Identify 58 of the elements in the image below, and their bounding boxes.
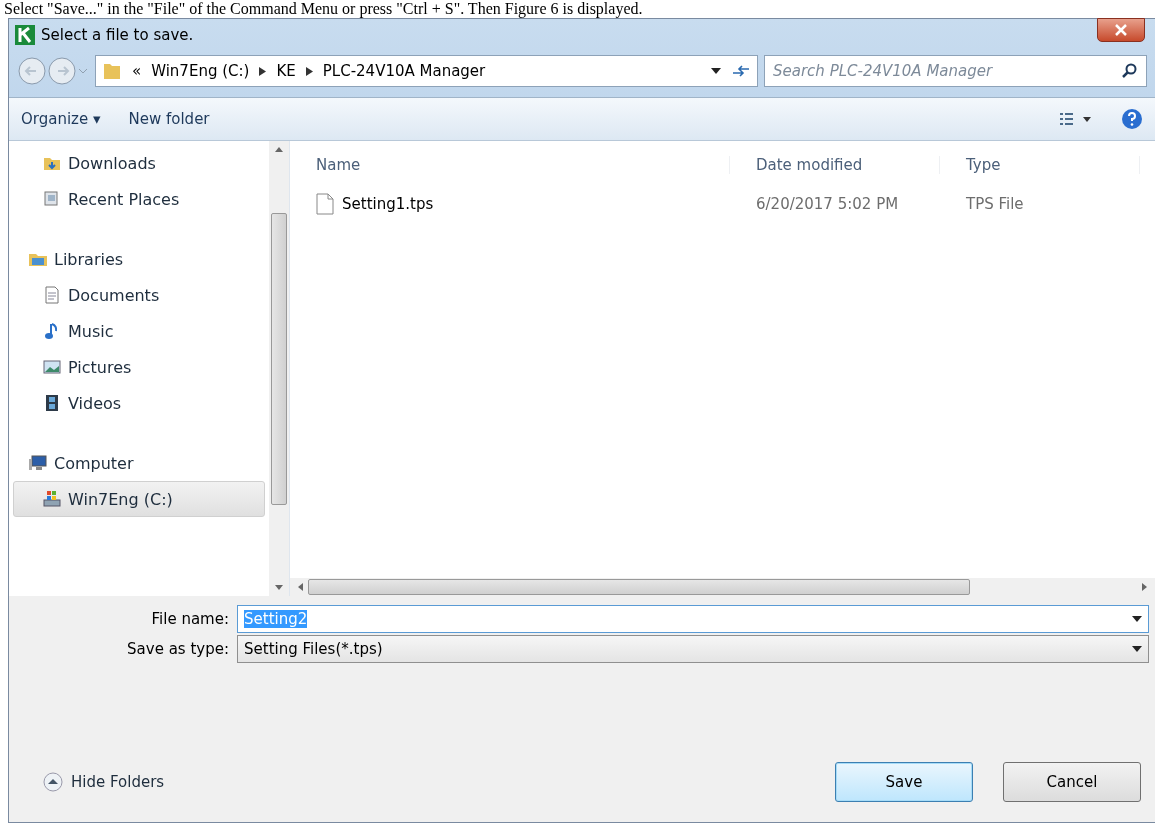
nav-item[interactable]: Music <box>13 313 265 349</box>
collapse-icon <box>43 772 63 792</box>
vertical-scrollbar[interactable] <box>269 141 289 596</box>
dropdown-icon[interactable] <box>711 68 721 74</box>
caption-text: Select "Save..." in the "File" of the Command Menu or press "Ctrl + S". Then Figure 6 is displayed. <box>3 0 643 18</box>
window-title: Select a file to save. <box>41 26 194 44</box>
nav-item[interactable]: Videos <box>13 385 265 421</box>
help-icon[interactable] <box>1121 108 1143 130</box>
organize-menu[interactable]: Organize ▾ <box>21 110 101 128</box>
dropdown-icon <box>1132 616 1142 622</box>
dialog-button[interactable]: Save <box>835 762 973 802</box>
scroll-left-icon[interactable] <box>296 582 304 592</box>
document-icon <box>42 285 62 305</box>
nav-item[interactable]: Win7Eng (C:) <box>13 481 265 517</box>
app-logo-icon <box>15 25 35 45</box>
field-label: File name: <box>150 610 230 628</box>
horizontal-scrollbar[interactable] <box>290 578 1155 596</box>
nav-item[interactable]: Computer <box>13 445 265 481</box>
breadcrumb[interactable]: Win7Eng (C:) <box>151 62 250 80</box>
chevron-right-icon <box>305 66 313 76</box>
nav-item[interactable]: Documents <box>13 277 265 313</box>
scroll-up-icon[interactable] <box>274 145 284 153</box>
file-name: Setting1.tps <box>342 195 434 213</box>
search-placeholder: Search PLC-24V10A Manager <box>773 62 994 80</box>
file-date: 6/20/2017 5:02 PM <box>756 195 899 213</box>
view-options-icon[interactable] <box>1059 111 1093 127</box>
drive-icon <box>42 489 62 509</box>
nav-item[interactable]: Downloads <box>13 145 265 181</box>
refresh-icon[interactable] <box>731 63 751 79</box>
file-row[interactable]: Setting1.tps 6/20/2017 5:02 PM TPS File <box>290 185 1155 223</box>
nav-item[interactable]: Recent Places <box>13 181 265 217</box>
scroll-down-icon[interactable] <box>274 584 284 592</box>
column-header[interactable]: Name <box>290 156 730 174</box>
file-icon <box>316 193 334 215</box>
breadcrumb[interactable]: KE <box>276 62 296 80</box>
file-type: TPS File <box>966 195 1024 213</box>
folder-icon <box>102 61 122 81</box>
breadcrumb[interactable]: « <box>132 62 142 80</box>
breadcrumb[interactable]: PLC-24V10A Manager <box>322 62 486 80</box>
nav-item[interactable]: Libraries <box>13 241 265 277</box>
scroll-right-icon[interactable] <box>1141 582 1149 592</box>
dropdown-icon <box>1132 646 1142 652</box>
field-label: Save as type: <box>126 640 230 658</box>
column-header[interactable]: Type <box>940 156 1140 174</box>
close-button[interactable] <box>1097 18 1145 42</box>
picture-icon <box>42 357 62 377</box>
dialog-button[interactable]: Cancel <box>1003 762 1141 802</box>
hide-folders-button[interactable]: Hide Folders <box>43 772 165 792</box>
computer-icon <box>28 453 48 473</box>
search-icon <box>1122 63 1138 79</box>
column-header[interactable]: Date modified <box>730 156 940 174</box>
close-icon <box>1115 24 1127 36</box>
new-folder-button[interactable]: New folder <box>128 110 210 128</box>
file-type-dropdown[interactable]: Setting Files(*.tps) <box>237 635 1149 663</box>
address-bar[interactable]: « Win7Eng (C:) KE PLC-24V10A Manager <box>95 55 758 87</box>
search-field[interactable]: Search PLC-24V10A Manager <box>764 55 1147 87</box>
nav-item[interactable]: Pictures <box>13 349 265 385</box>
chevron-right-icon <box>259 66 267 76</box>
